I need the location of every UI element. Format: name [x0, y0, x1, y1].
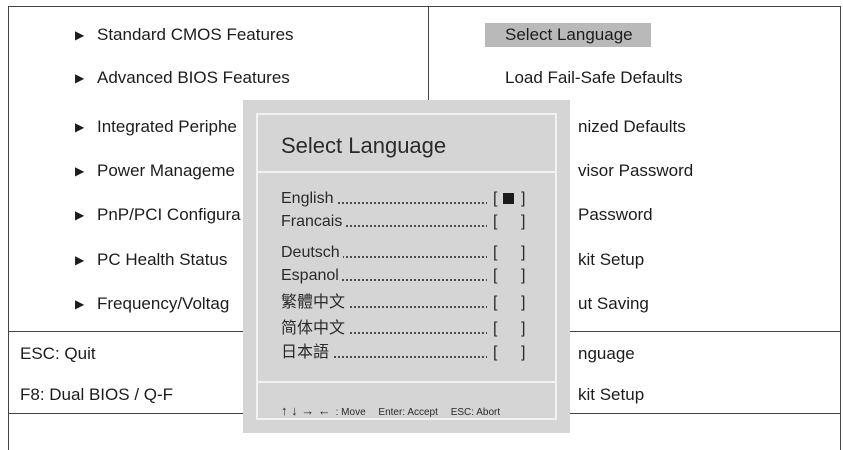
frame-left-border [8, 6, 9, 450]
menu-item-integrated-peripherals[interactable]: ▶ Integrated Periphe [75, 117, 237, 137]
menu-item-pnp-pci[interactable]: ▶ PnP/PCI Configura [75, 205, 241, 225]
frame-top-border [8, 6, 841, 7]
language-name: Espanol [281, 267, 342, 284]
menu-item-save-exit[interactable]: kit Setup [578, 250, 644, 270]
menu-item-label: Standard CMOS Features [97, 25, 294, 44]
dialog-help-bar: ↑ ↓ → ← : Move Enter: Accept ESC: Abort [281, 403, 500, 418]
menu-item-power-management[interactable]: ▶ Power Manageme [75, 161, 235, 181]
menu-item-label: Power Manageme [97, 161, 235, 180]
language-option-espanol[interactable]: Espanol [ ] [281, 266, 536, 286]
triangle-right-icon: ▶ [75, 297, 85, 311]
status-esc-quit: ESC: Quit [20, 344, 96, 363]
status-select-language: nguage [578, 344, 635, 363]
language-name: 简体中文 [281, 320, 349, 337]
help-abort: ESC: Abort [450, 407, 501, 418]
menu-item-exit-without-saving[interactable]: ut Saving [578, 294, 649, 314]
menu-item-label: Frequency/Voltag [97, 294, 230, 313]
triangle-right-icon: ▶ [75, 120, 85, 134]
bios-setup-screen: ▶ Standard CMOS Features ▶ Advanced BIOS F… [0, 0, 843, 450]
menu-item-select-language[interactable]: Select Language [485, 23, 651, 47]
menu-item-load-fail-safe[interactable]: Load Fail-Safe Defaults [505, 68, 683, 88]
help-accept: Enter: Accept [378, 407, 438, 418]
menu-item-label: Integrated Periphe [97, 117, 237, 136]
language-option-english[interactable]: English [ ] [281, 189, 536, 209]
menu-item-standard-cmos[interactable]: ▶ Standard CMOS Features [75, 25, 294, 45]
help-move: : Move [335, 407, 366, 418]
language-name: Francais [281, 213, 346, 230]
dialog-title: Select Language [281, 133, 447, 158]
menu-item-advanced-bios[interactable]: ▶ Advanced BIOS Features [75, 68, 290, 88]
menu-item-user-password[interactable]: Password [578, 205, 653, 225]
triangle-right-icon: ▶ [75, 253, 85, 267]
triangle-right-icon: ▶ [75, 164, 85, 178]
language-name: English [281, 190, 337, 207]
language-name: 日本語 [281, 344, 333, 361]
triangle-right-icon: ▶ [75, 208, 85, 222]
status-save-exit: kit Setup [578, 385, 645, 404]
dialog-help-separator [258, 381, 555, 383]
menu-item-pc-health[interactable]: ▶ PC Health Status [75, 250, 227, 270]
status-f8-dual-bios: F8: Dual BIOS / Q-F [20, 385, 174, 404]
language-name: 繁體中文 [281, 294, 349, 311]
select-language-dialog: Select Language English [ ] Francais [ ]… [243, 100, 570, 433]
menu-item-label: Advanced BIOS Features [97, 68, 290, 87]
menu-item-label: PC Health Status [97, 250, 228, 269]
navigation-arrows-icon: ↑ ↓ → ← [281, 403, 331, 418]
menu-item-supervisor-password[interactable]: visor Password [578, 161, 693, 181]
language-option-deutsch[interactable]: Deutsch [ ] [281, 243, 536, 263]
language-option-francais[interactable]: Francais [ ] [281, 212, 536, 232]
triangle-right-icon: ▶ [75, 71, 85, 85]
language-name: Deutsch [281, 244, 343, 261]
triangle-right-icon: ▶ [75, 28, 85, 42]
language-option-traditional-chinese[interactable]: 繁體中文 [ ] [281, 293, 536, 313]
menu-item-frequency-voltage[interactable]: ▶ Frequency/Voltag [75, 294, 229, 314]
frame-right-border [840, 6, 841, 450]
menu-item-optimized-defaults[interactable]: nized Defaults [578, 117, 686, 137]
language-option-japanese[interactable]: 日本語 [ ] [281, 343, 536, 363]
menu-item-label: PnP/PCI Configura [97, 205, 241, 224]
checkbox-selected-mark [503, 193, 514, 204]
language-option-simplified-chinese[interactable]: 简体中文 [ ] [281, 319, 536, 339]
dialog-title-separator [258, 171, 555, 173]
